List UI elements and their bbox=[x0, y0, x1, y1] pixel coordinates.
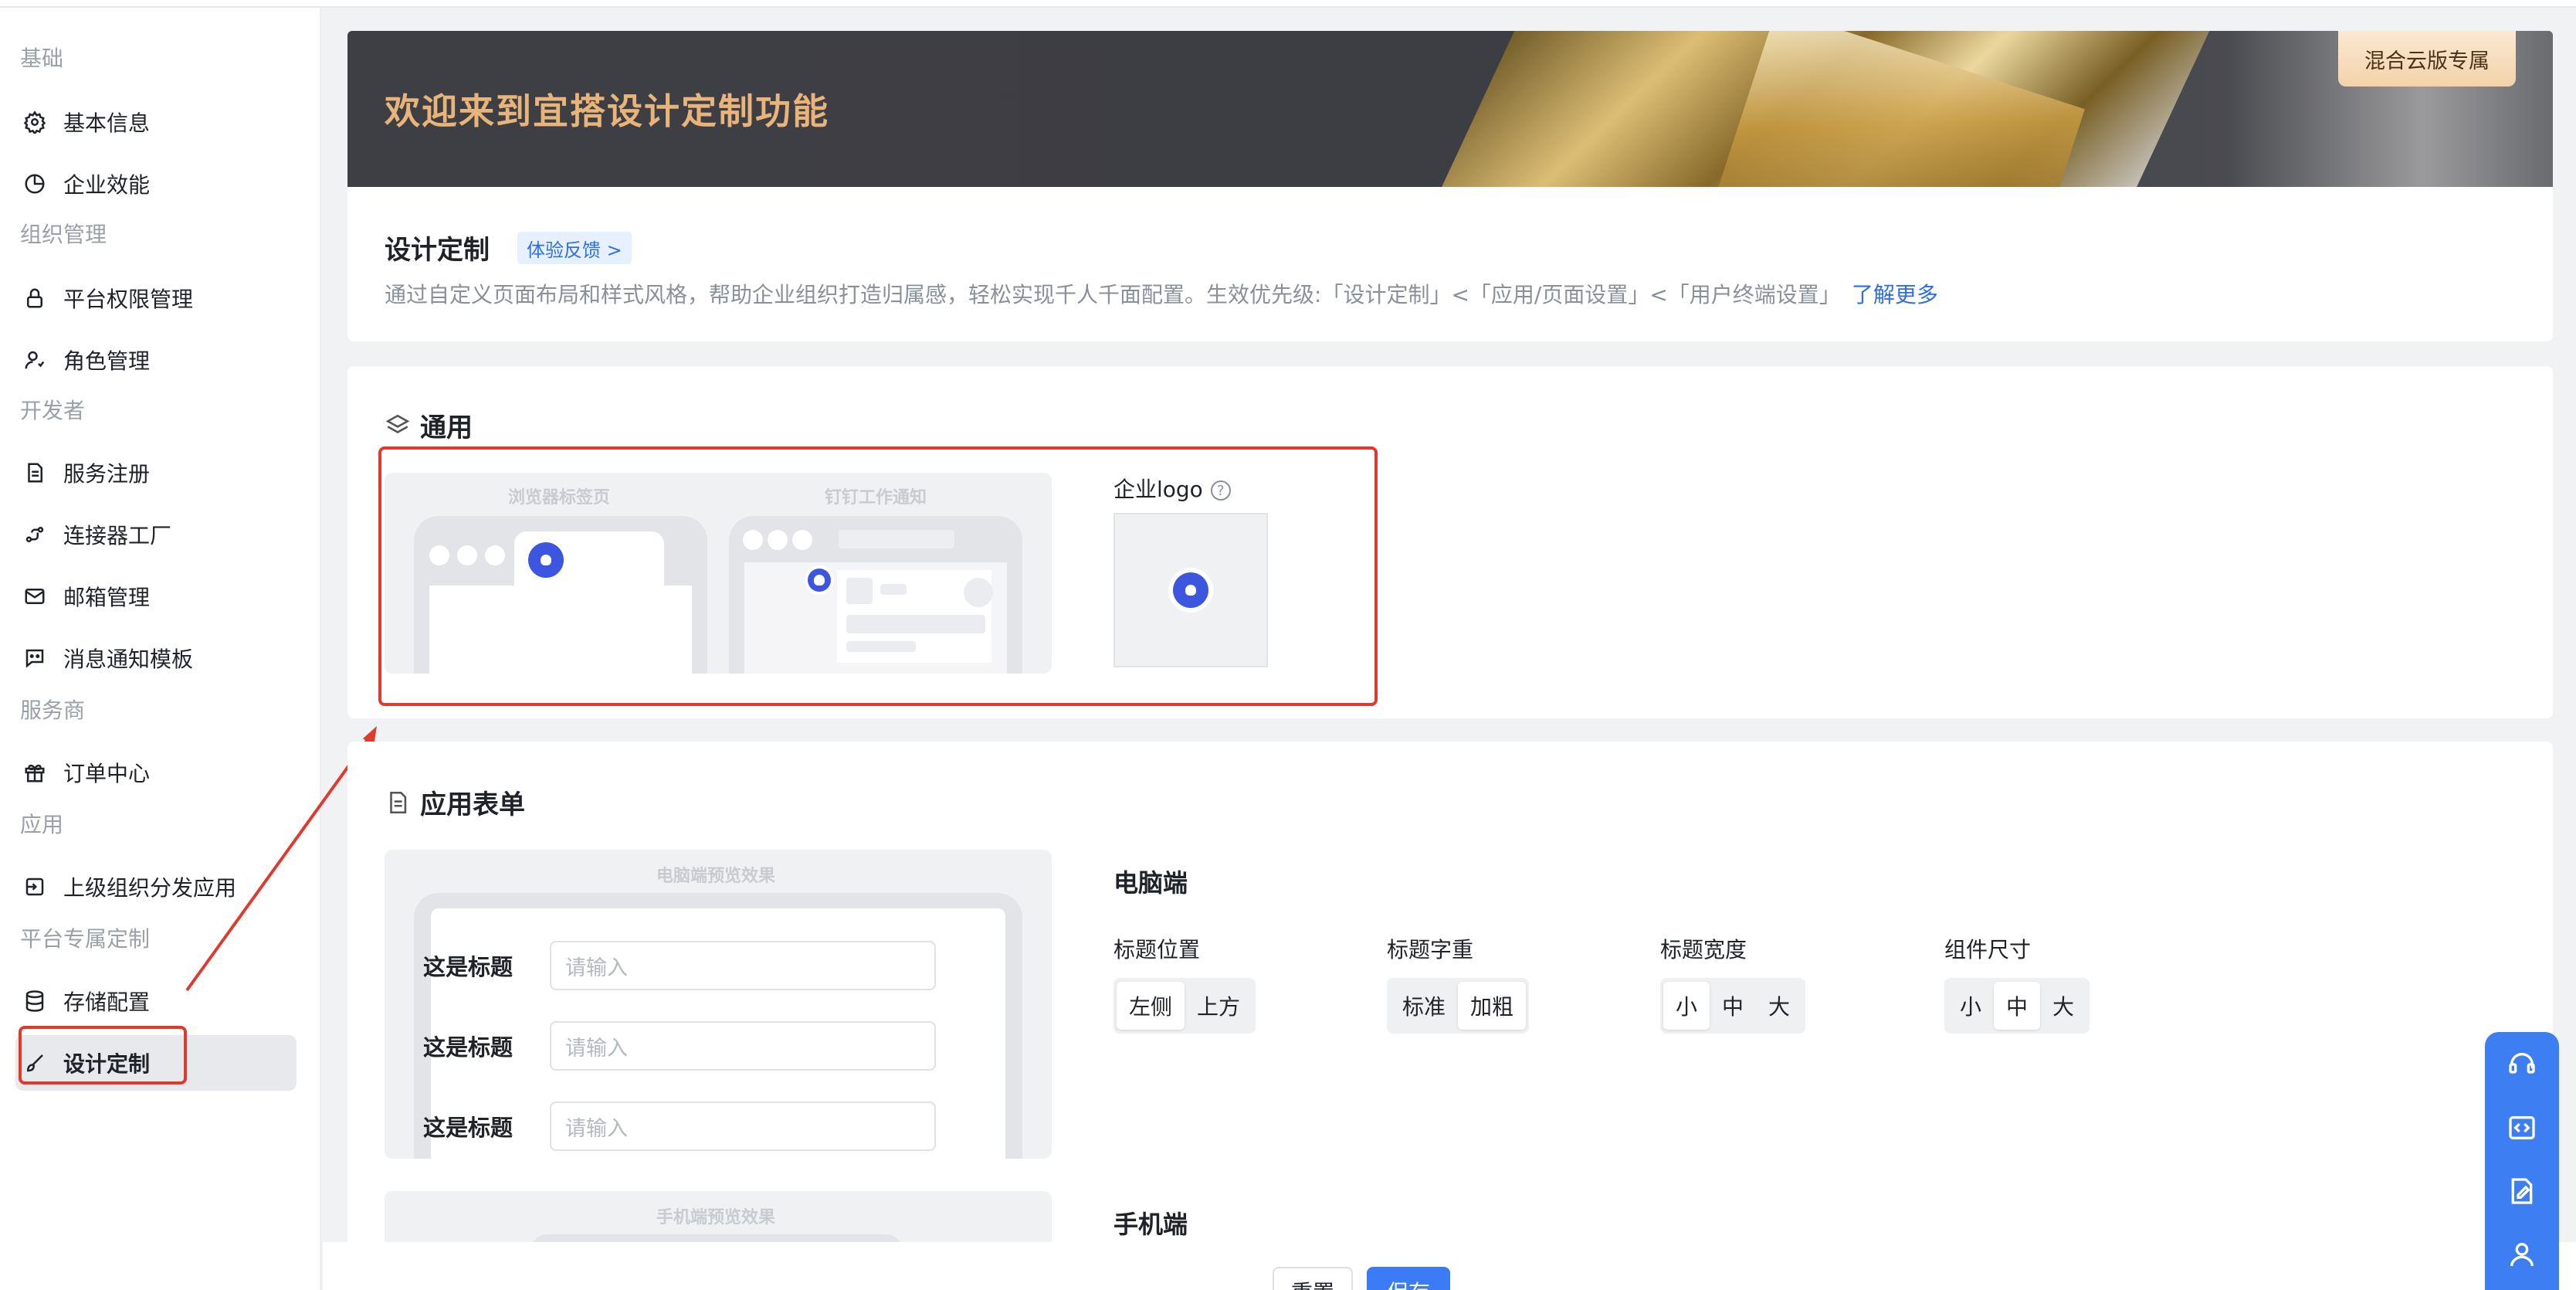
enterprise-logo-label: 企业logo? bbox=[1113, 473, 1231, 504]
title-width-label: 标题宽度 bbox=[1660, 937, 1747, 962]
browser-tab-mock bbox=[414, 516, 707, 674]
title-width-toggle: 小 中 大 bbox=[1660, 978, 1806, 1034]
form-preview-row: 这是标题 请输入 bbox=[423, 1021, 936, 1071]
help-icon[interactable]: ? bbox=[1210, 480, 1231, 501]
form-doc-icon bbox=[385, 789, 411, 816]
title-weight-toggle: 标准 加粗 bbox=[1387, 978, 1530, 1034]
title-weight-bold[interactable]: 加粗 bbox=[1458, 982, 1527, 1030]
title-weight-label: 标题字重 bbox=[1387, 937, 1474, 962]
preview-input: 请输入 bbox=[550, 1102, 936, 1151]
user-icon[interactable] bbox=[2505, 1237, 2539, 1271]
title-position-left[interactable]: 左侧 bbox=[1117, 982, 1185, 1030]
learn-more-link[interactable]: 了解更多 bbox=[1852, 282, 1938, 307]
layers-icon bbox=[385, 412, 411, 439]
component-size-medium[interactable]: 中 bbox=[1994, 982, 2041, 1030]
general-section-header: 通用 bbox=[385, 406, 473, 444]
component-size-toggle: 小 中 大 bbox=[1944, 978, 2090, 1034]
welcome-banner: 欢迎来到宜搭设计定制功能 混合云版专属 bbox=[347, 31, 2553, 187]
page-description: 通过自定义页面布局和样式风格，帮助企业组织打造归属感，轻松实现千人千面配置。生效… bbox=[385, 282, 1938, 307]
support-icon[interactable] bbox=[2505, 1047, 2539, 1081]
title-width-small[interactable]: 小 bbox=[1663, 982, 1710, 1030]
general-preview: 浏览器标签页 钉钉工作通知 bbox=[385, 473, 1052, 674]
component-size-large[interactable]: 大 bbox=[2040, 982, 2086, 1030]
logo-mark-icon bbox=[528, 542, 564, 578]
logo-mark-small-icon bbox=[808, 569, 831, 592]
app-form-card: 应用表单 电脑端预览效果 这是标题 请输入 这是标题 请输入 这是标题 请输入 … bbox=[347, 742, 2553, 1290]
component-size-label: 组件尺寸 bbox=[1944, 937, 2032, 962]
banner-title: 欢迎来到宜搭设计定制功能 bbox=[385, 90, 829, 132]
component-size-small[interactable]: 小 bbox=[1947, 982, 1994, 1030]
title-weight-normal[interactable]: 标准 bbox=[1390, 982, 1458, 1030]
title-width-large[interactable]: 大 bbox=[1756, 982, 1802, 1030]
preview-input: 请输入 bbox=[550, 1021, 936, 1071]
browser-tab-preview-label: 浏览器标签页 bbox=[508, 488, 611, 508]
title-width-medium[interactable]: 中 bbox=[1710, 982, 1756, 1030]
edit-note-icon[interactable] bbox=[2505, 1174, 2539, 1208]
floating-toolbar bbox=[2485, 1032, 2559, 1290]
mobile-preview-label: 手机端预览效果 bbox=[656, 1208, 776, 1227]
form-preview-row: 这是标题 请输入 bbox=[423, 941, 936, 990]
dingtalk-notify-mock bbox=[729, 516, 1022, 674]
hybrid-cloud-badge: 混合云版专属 bbox=[2338, 31, 2516, 87]
design-custom-card: 设计定制 体验反馈 > 通过自定义页面布局和样式风格，帮助企业组织打造归属感，轻… bbox=[347, 187, 2553, 341]
pc-preview-label: 电脑端预览效果 bbox=[656, 867, 776, 886]
pc-settings-title: 电脑端 bbox=[1113, 868, 1188, 898]
feedback-link[interactable]: 体验反馈 > bbox=[517, 232, 632, 264]
mobile-settings-title: 手机端 bbox=[1113, 1210, 1188, 1239]
save-button[interactable]: 保存 bbox=[1367, 1267, 1450, 1290]
general-card: 通用 浏览器标签页 钉钉工作通知 企业logo? bbox=[347, 366, 2553, 718]
preview-input: 请输入 bbox=[550, 941, 936, 990]
form-preview-row: 这是标题 请输入 bbox=[423, 1102, 936, 1151]
app-form-section-header: 应用表单 bbox=[385, 783, 525, 821]
reset-button[interactable]: 重置 bbox=[1273, 1267, 1353, 1290]
title-position-top[interactable]: 上方 bbox=[1185, 982, 1252, 1030]
enterprise-logo-icon bbox=[1173, 572, 1208, 608]
title-position-label: 标题位置 bbox=[1113, 937, 1201, 962]
dingtalk-preview-label: 钉钉工作通知 bbox=[825, 488, 927, 508]
title-position-toggle: 左侧 上方 bbox=[1113, 978, 1256, 1034]
enterprise-logo-upload[interactable] bbox=[1113, 513, 1268, 667]
page-title: 设计定制 bbox=[385, 235, 490, 266]
code-icon[interactable] bbox=[2505, 1111, 2539, 1145]
